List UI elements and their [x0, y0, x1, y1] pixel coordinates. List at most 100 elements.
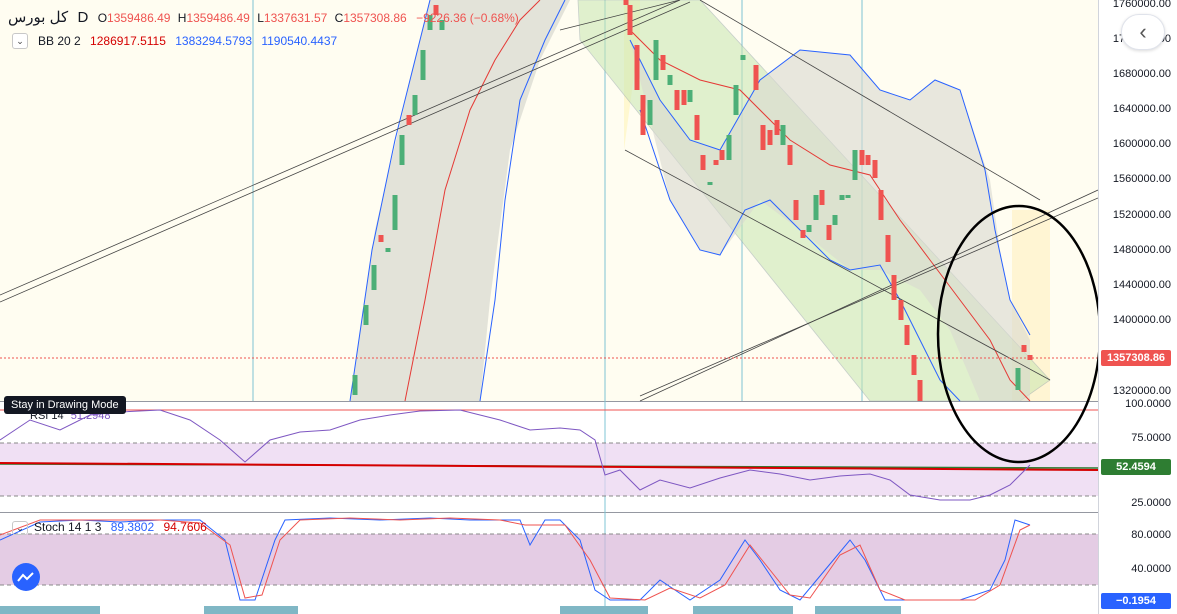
candle	[719, 150, 725, 160]
stoch-d-value: 94.7606	[163, 520, 207, 534]
stoch-label: Stoch 14 1 3	[34, 520, 102, 534]
price-tick: 1320000.00	[1112, 385, 1171, 397]
candle	[378, 235, 384, 242]
candle	[681, 90, 687, 105]
rsi-tick: 25.0000	[1131, 497, 1171, 509]
stoch-eye-icon[interactable]: ⌄	[12, 521, 28, 535]
ohlc-change: −9226.36 (−0.68%)	[416, 11, 519, 25]
candle	[412, 95, 418, 115]
candle	[694, 115, 700, 140]
candle	[660, 55, 666, 70]
candle	[1015, 368, 1021, 390]
ohlc-low: 1337631.57	[263, 11, 328, 25]
ohlc-o-label: O	[97, 11, 108, 25]
candle	[726, 135, 732, 160]
chart-app: کل بورس D O1359486.49 H1359486.49 L13376…	[0, 0, 1177, 614]
candle	[700, 155, 706, 170]
chevron-left-icon[interactable]: ‹	[1121, 14, 1165, 50]
candle	[832, 215, 838, 225]
bb-label: BB 20 2	[38, 34, 81, 48]
rsi-value-badge: 52.4594	[1101, 459, 1171, 475]
ohlc-high: 1359486.49	[186, 11, 250, 25]
tradingview-logo-icon[interactable]	[12, 563, 40, 591]
candle	[627, 5, 633, 35]
ohlc-open: 1359486.49	[107, 11, 171, 25]
candle	[640, 95, 646, 135]
candle	[898, 300, 904, 320]
candle	[623, 0, 629, 5]
candle	[385, 248, 391, 252]
candle	[793, 200, 799, 220]
price-tick: 1480000.00	[1112, 244, 1171, 256]
candle	[813, 195, 819, 220]
candle	[352, 375, 358, 395]
candle	[806, 225, 812, 232]
ohlc-close: 1357308.86	[343, 11, 407, 25]
bb-upper-value: 1286917.5115	[90, 34, 166, 48]
candle	[852, 150, 858, 180]
candle	[392, 195, 398, 230]
candle	[753, 65, 759, 90]
candle	[399, 135, 405, 165]
eye-icon[interactable]: ⌄	[12, 33, 28, 49]
candle	[787, 145, 793, 165]
candle	[767, 130, 773, 145]
price-tick: 1560000.00	[1112, 173, 1171, 185]
bb-basis-value: 1383294.5793	[175, 34, 252, 48]
candle	[891, 275, 897, 300]
bb-lower-value: 1190540.4437	[261, 34, 338, 48]
candle	[774, 120, 780, 135]
price-axis[interactable]: 1760000.00 1720000.00 1680000.00 1640000…	[1098, 0, 1177, 614]
candle	[780, 125, 786, 145]
candle	[800, 230, 806, 238]
candle	[839, 195, 845, 200]
price-tick: 1680000.00	[1112, 68, 1171, 80]
rsi-tick: 100.0000	[1125, 398, 1171, 410]
symbol-name: کل بورس	[8, 9, 69, 26]
stoch-tick: 80.0000	[1131, 529, 1171, 541]
candle	[859, 150, 865, 165]
candle	[713, 160, 719, 165]
interval-label: D	[77, 9, 89, 26]
stoch-legend[interactable]: ⌄ Stoch 14 1 3 89.3802 94.7606	[12, 520, 207, 535]
candle	[865, 155, 871, 165]
candle	[707, 182, 713, 185]
bb-legend[interactable]: BB 20 2 1286917.5115 1383294.5793 119054…	[38, 34, 337, 48]
candle	[885, 235, 891, 262]
stoch-value-badge: −0.1954	[1101, 593, 1171, 609]
candle	[653, 40, 659, 80]
candle	[647, 100, 653, 125]
symbol-legend[interactable]: کل بورس D O1359486.49 H1359486.49 L13376…	[8, 8, 519, 26]
candle	[819, 190, 825, 205]
rsi-tick: 75.0000	[1131, 432, 1171, 444]
ohlc-l-label: L	[257, 11, 264, 25]
candle	[634, 45, 640, 90]
candle	[363, 305, 369, 325]
price-tick: 1760000.00	[1112, 0, 1171, 10]
price-tick: 1400000.00	[1112, 314, 1171, 326]
candle	[687, 90, 693, 102]
price-tick: 1440000.00	[1112, 279, 1171, 291]
candle	[904, 325, 910, 345]
candle	[406, 115, 412, 125]
price-tick: 1640000.00	[1112, 103, 1171, 115]
price-tick: 1520000.00	[1112, 209, 1171, 221]
stoch-k-value: 89.3802	[110, 520, 155, 534]
candle	[740, 55, 746, 60]
stoch-tick: 40.0000	[1131, 563, 1171, 575]
candle	[371, 265, 377, 290]
ohlc-c-label: C	[334, 11, 344, 25]
last-price-badge: 1357308.86	[1101, 350, 1171, 366]
candle	[872, 160, 878, 178]
candle	[674, 90, 680, 110]
candle	[845, 195, 851, 198]
candle	[878, 190, 884, 220]
candle	[826, 225, 832, 240]
candle	[1021, 345, 1027, 352]
candle	[667, 75, 673, 85]
candle	[733, 85, 739, 115]
candle	[760, 125, 766, 150]
drawing-mode-tooltip: Stay in Drawing Mode	[4, 396, 126, 414]
price-tick: 1600000.00	[1112, 138, 1171, 150]
candle	[917, 380, 923, 401]
